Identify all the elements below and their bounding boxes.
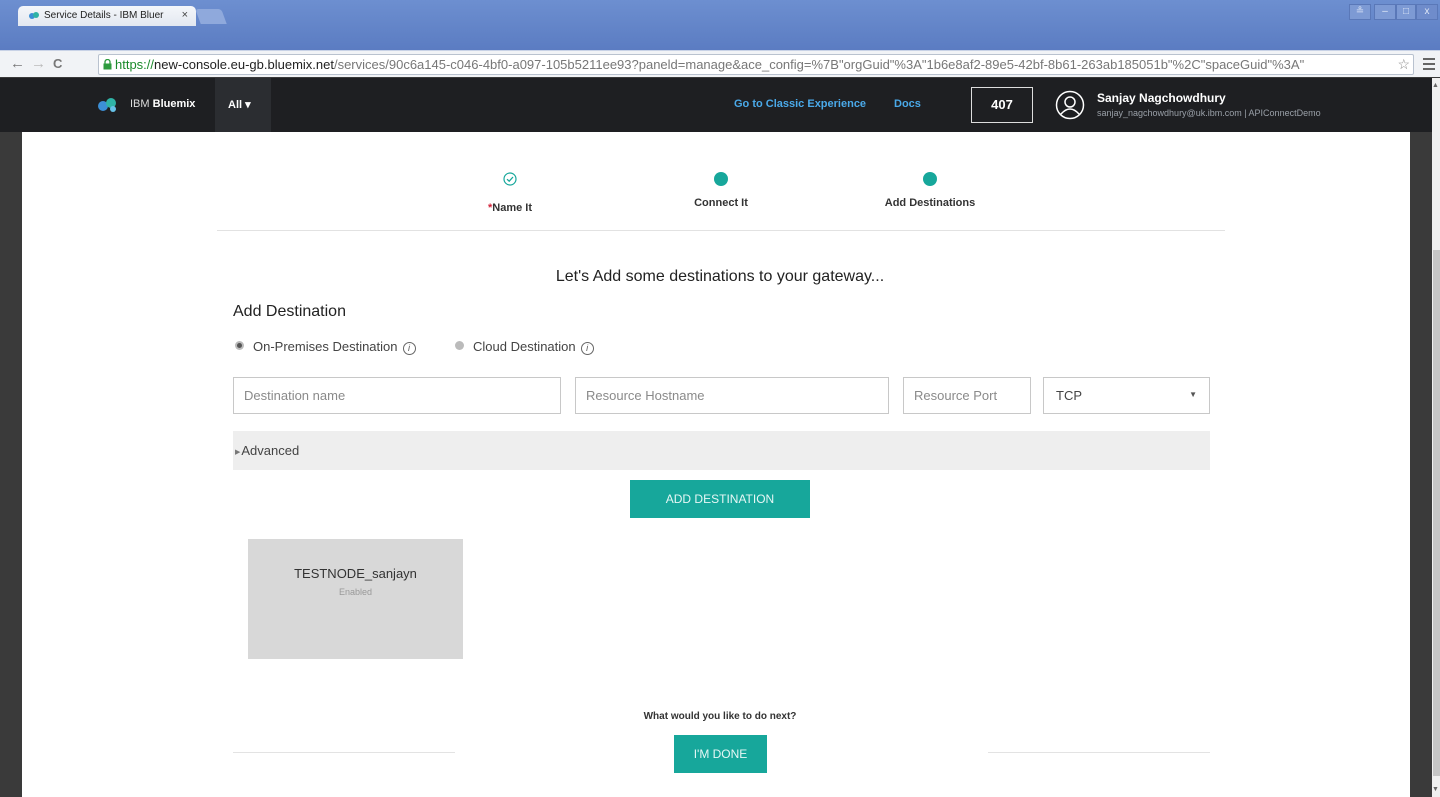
step-dot-icon [714, 172, 728, 186]
tab-close-icon[interactable]: × [182, 9, 188, 21]
reload-icon[interactable]: C [53, 56, 62, 71]
divider [988, 752, 1210, 753]
browser-menu-icon[interactable] [1422, 55, 1436, 71]
step-complete-check-icon [503, 172, 517, 186]
user-email-org: sanjay_nagchowdhury@uk.ibm.com | APIConn… [1097, 108, 1321, 118]
info-icon[interactable]: i [580, 342, 594, 355]
url-host: new-console.eu-gb.bluemix.net [154, 57, 334, 72]
radio-label: On-Premises Destination [253, 339, 398, 354]
scrollbar-thumb[interactable] [1433, 250, 1440, 776]
bluemix-favicon-icon [29, 12, 39, 19]
user-avatar-icon[interactable] [1055, 90, 1085, 120]
step-connect-it[interactable]: Connect It [641, 172, 801, 209]
im-done-button[interactable]: I'M DONE [674, 735, 767, 773]
all-menu-dropdown[interactable]: All ▾ [215, 78, 271, 132]
url-scheme: https:// [115, 57, 155, 72]
radio-selected-icon[interactable] [235, 341, 244, 350]
expand-arrow-icon: ▶ [235, 449, 241, 456]
lock-icon [103, 59, 112, 70]
step-add-destinations[interactable]: Add Destinations [850, 172, 1010, 209]
notification-count-badge[interactable]: 407 [971, 87, 1033, 123]
radio-cloud[interactable]: Cloud Destination i [455, 339, 594, 355]
classic-experience-link[interactable]: Go to Classic Experience [734, 98, 866, 110]
advanced-toggle[interactable]: ▶Advanced [233, 431, 1210, 470]
destination-card-status: Enabled [338, 587, 373, 597]
radio-on-premises[interactable]: On-Premises Destination i [235, 339, 416, 355]
back-icon[interactable]: ← [10, 55, 25, 72]
next-step-prompt: What would you like to do next? [643, 711, 797, 722]
resource-hostname-input[interactable] [575, 377, 889, 414]
step-label: Name It [492, 202, 533, 214]
browser-tab[interactable]: Service Details - IBM Bluer × [18, 6, 196, 26]
docs-link[interactable]: Docs [894, 98, 921, 110]
browser-toolbar: ← → C https://new-console.eu-gb.bluemix.… [0, 50, 1440, 77]
step-label: Add Destinations [884, 197, 976, 209]
user-name[interactable]: Sanjay Nagchowdhury [1097, 91, 1226, 105]
info-icon[interactable]: i [402, 342, 416, 355]
forward-icon[interactable]: → [31, 55, 46, 72]
intro-heading: Let's Add some destinations to your gate… [555, 268, 885, 285]
step-dot-icon [923, 172, 937, 186]
window-close-button[interactable]: x [1416, 4, 1438, 20]
destination-name-input[interactable] [233, 377, 561, 414]
divider [233, 752, 455, 753]
scroll-down-icon[interactable]: ▼ [1432, 786, 1439, 793]
radio-unselected-icon[interactable] [455, 341, 464, 350]
window-minimize-button[interactable]: – [1374, 4, 1396, 20]
bluemix-logo-icon [98, 98, 116, 112]
destination-card-name: TESTNODE_sanjayn [294, 566, 417, 581]
resource-port-input[interactable] [903, 377, 1031, 414]
bookmark-star-icon[interactable]: ☆ [1397, 56, 1410, 73]
section-title: Add Destination [233, 303, 346, 320]
radio-label: Cloud Destination [473, 339, 576, 354]
destination-card[interactable]: TESTNODE_sanjayn Enabled [248, 539, 463, 659]
scroll-up-icon[interactable]: ▲ [1432, 82, 1439, 89]
page-scrollbar[interactable]: ▲ ▼ [1432, 78, 1440, 797]
add-destination-button[interactable]: ADD DESTINATION [630, 480, 810, 518]
step-label: Connect It [694, 197, 748, 209]
protocol-select[interactable]: TCP ▼ [1043, 377, 1210, 414]
window-maximize-button[interactable]: □ [1396, 4, 1416, 20]
url-path: /services/90c6a145-c046-4bf0-a097-105b52… [333, 57, 1305, 72]
divider [217, 230, 1225, 231]
address-bar[interactable]: https://new-console.eu-gb.bluemix.net/se… [98, 54, 1414, 75]
brand-name[interactable]: IBM Bluemix [130, 98, 195, 110]
tab-title: Service Details - IBM Bluer [44, 10, 164, 21]
new-tab-button[interactable] [195, 9, 227, 24]
window-profile-button[interactable]: ≗ [1349, 4, 1371, 20]
chevron-down-icon: ▼ [1189, 390, 1197, 399]
protocol-value: TCP [1056, 388, 1082, 403]
step-name-it[interactable]: *Name It [430, 172, 590, 214]
browser-titlebar: Service Details - IBM Bluer × ≗ – □ x [0, 0, 1440, 50]
bluemix-header: IBM Bluemix All ▾ Go to Classic Experien… [0, 78, 1432, 132]
advanced-label: Advanced [241, 443, 300, 458]
